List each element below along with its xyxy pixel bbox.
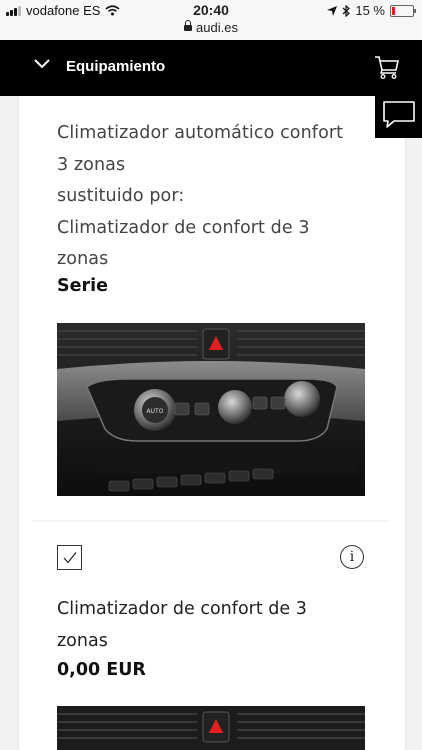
description-line: Climatizador de confort de 3: [57, 217, 310, 238]
location-arrow-icon: [327, 5, 338, 16]
info-icon[interactable]: i: [340, 545, 364, 569]
checkmark-icon: [63, 552, 77, 564]
chevron-down-icon[interactable]: [34, 59, 50, 69]
climate-control-image: AUTO: [57, 323, 365, 496]
option-name: Climatizador de confort de 3 zonas: [57, 594, 357, 657]
url-text: audi.es: [196, 20, 238, 35]
battery-icon: [390, 4, 416, 17]
cart-icon[interactable]: [374, 54, 400, 80]
equipment-description: Climatizador automático confort 3 zonas …: [57, 118, 377, 276]
standard-label: Serie: [57, 276, 108, 296]
option-name-line: Climatizador de confort de 3: [57, 599, 307, 619]
description-line: 3 zonas: [57, 154, 126, 175]
lock-icon: [184, 20, 193, 31]
description-line: Climatizador automático confort: [57, 123, 344, 143]
description-line: zonas: [57, 249, 109, 269]
section-title: Equipamiento: [66, 58, 166, 75]
description-line: sustituido por:: [57, 186, 185, 206]
section-header[interactable]: Equipamiento: [0, 40, 422, 96]
svg-text:AUTO: AUTO: [147, 408, 164, 415]
chat-icon: [382, 101, 415, 128]
battery-percent: 15 %: [355, 3, 385, 18]
option-name-line: zonas: [57, 630, 108, 651]
bluetooth-icon: [342, 4, 351, 17]
url-bar[interactable]: audi.es: [0, 20, 422, 35]
option-checkbox[interactable]: [57, 545, 82, 570]
climate-control-image-2: [57, 706, 365, 750]
status-right: 15 %: [327, 3, 416, 18]
status-bar: vodafone ES 20:40 audi.es 15 %: [0, 0, 422, 40]
chat-button[interactable]: [375, 92, 422, 138]
option-price: 0,00 EUR: [57, 660, 146, 680]
